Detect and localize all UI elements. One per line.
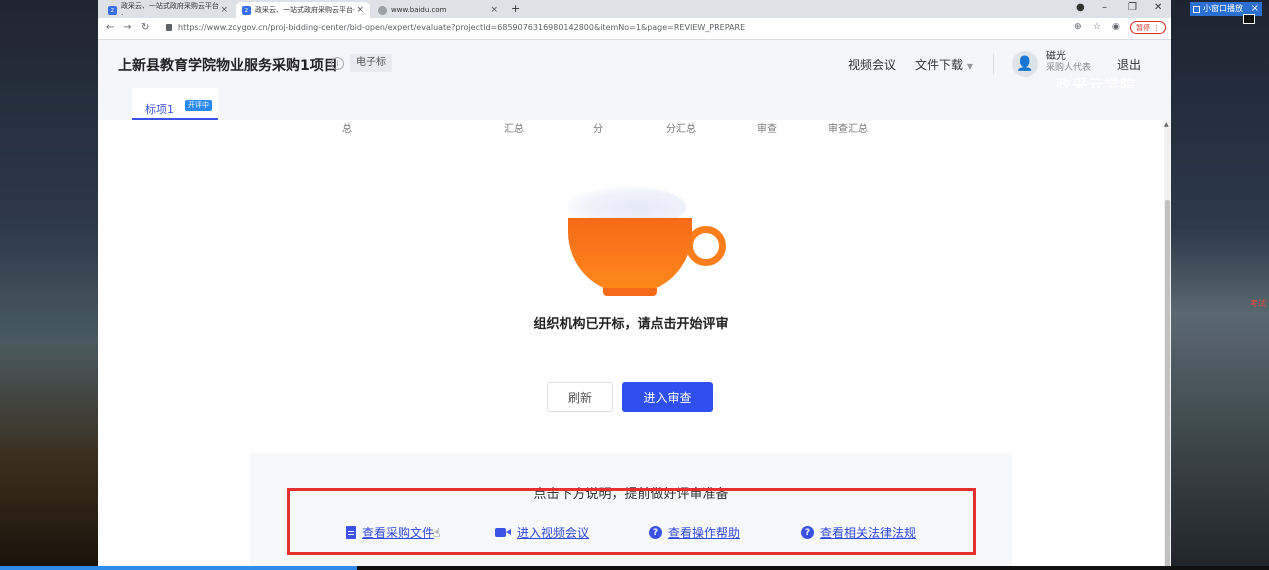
file-download-menu[interactable]: 文件下载 ▼: [915, 56, 973, 73]
view-help-link[interactable]: ? 查看操作帮助: [649, 524, 740, 541]
globe-icon: [378, 5, 387, 15]
new-tab-button[interactable]: +: [511, 2, 520, 15]
desktop-red-text: 考试: [1250, 299, 1266, 308]
video-meeting-link[interactable]: 视频会议: [848, 56, 896, 73]
project-title: 上新县教育学院物业服务采购1项目: [118, 58, 338, 74]
zoom-icon[interactable]: ⊕: [1074, 22, 1082, 32]
video-icon: [495, 527, 511, 538]
mini-window-icon: [1193, 5, 1200, 13]
progress-bar: [0, 566, 357, 570]
link-label: 查看相关法律法规: [820, 526, 917, 540]
pause-button[interactable]: 暂停 ⋮: [1130, 21, 1166, 34]
enter-review-button[interactable]: 进入审查: [622, 382, 713, 412]
highlight-box: [287, 488, 976, 555]
scrollbar-thumb[interactable]: [1165, 200, 1170, 570]
page-header: 上新县教育学院物业服务采购1项目 i 电子标 视频会议 文件下载 ▼ 👤 磁光 …: [98, 40, 1171, 94]
restore-icon[interactable]: ❐: [1128, 2, 1137, 13]
join-video-meeting-link[interactable]: 进入视频会议: [495, 524, 589, 541]
scroll-up-icon[interactable]: ▲: [1164, 121, 1169, 128]
window-close-icon[interactable]: ✕: [1154, 2, 1162, 13]
link-label: 查看采购文件: [362, 526, 435, 540]
url-field[interactable]: https://www.zcygov.cn/proj-bidding-cente…: [178, 23, 745, 32]
tab-title: 政采云、一站式政府采购云平台·: [255, 6, 356, 14]
status-message: 组织机构已开标，请点击开始评审: [533, 317, 729, 332]
close-icon[interactable]: ×: [490, 5, 498, 15]
mouse-cursor-icon: ☝: [433, 526, 441, 540]
view-regulations-link[interactable]: ? 查看相关法律法规: [801, 524, 916, 541]
table-header-cell: 总: [342, 124, 352, 135]
star-icon[interactable]: ☆: [1093, 22, 1101, 32]
cup-base: [603, 288, 657, 296]
tab-title: 政采云、一站式政府采购云平台·: [120, 2, 219, 19]
profile-icon[interactable]: ◉: [1112, 22, 1120, 32]
user-role: 采购人代表: [1046, 63, 1092, 73]
desktop-wallpaper-left: [0, 0, 98, 570]
section-tab-strip: 标项1 开评中: [98, 88, 1171, 120]
file-download-label: 文件下载: [915, 58, 964, 72]
link-label: 进入视频会议: [517, 526, 590, 540]
mini-player-label: 小窗口播放: [1203, 4, 1243, 13]
link-label: 查看操作帮助: [668, 526, 741, 540]
forward-icon[interactable]: →: [123, 22, 131, 33]
table-header-cell: 分: [593, 124, 603, 135]
reload-icon[interactable]: ↻: [141, 22, 149, 33]
document-icon: [346, 526, 356, 539]
browser-tab-2[interactable]: z 政采云、一站式政府采购云平台· ×: [236, 2, 370, 18]
zcy-icon: z: [242, 5, 251, 15]
back-icon[interactable]: ←: [106, 22, 114, 33]
pause-label: 暂停: [1136, 23, 1150, 32]
help-icon: ?: [801, 526, 814, 539]
logout-link[interactable]: 退出: [1117, 56, 1141, 73]
minimize-icon[interactable]: –: [1102, 2, 1107, 13]
avatar[interactable]: 👤: [1012, 51, 1038, 77]
tab-title: www.baidu.com: [391, 6, 447, 14]
tab-bar: z 政采云、一站式政府采购云平台· × z 政采云、一站式政府采购云平台· × …: [98, 0, 1171, 19]
more-icon: ⋮: [1153, 23, 1160, 32]
table-header-cell: 审查: [757, 124, 777, 135]
desktop-wallpaper-right: [1171, 0, 1269, 570]
table-header-cell: 分汇总: [666, 124, 696, 135]
browser-tab-1[interactable]: z 政采云、一站式政府采购云平台· ×: [102, 2, 234, 19]
browser-window: z 政采云、一站式政府采购云平台· × z 政采云、一站式政府采购云平台· × …: [98, 0, 1171, 570]
close-icon[interactable]: ×: [220, 5, 228, 15]
section-tab-label[interactable]: 标项1: [145, 101, 174, 117]
status-badge: 开评中: [185, 100, 212, 111]
help-icon: ?: [649, 526, 662, 539]
view-procurement-docs-link[interactable]: 查看采购文件: [346, 524, 434, 541]
record-icon[interactable]: ●: [1076, 2, 1085, 13]
bid-type-tag: 电子标: [350, 54, 392, 72]
refresh-button[interactable]: 刷新: [547, 382, 613, 412]
info-icon[interactable]: i: [331, 57, 344, 70]
lock-icon: [166, 24, 172, 31]
zcy-icon: z: [108, 5, 117, 15]
address-bar: ← → ↻ https://www.zcygov.cn/proj-bidding…: [98, 18, 1171, 40]
table-header-cell: 审查汇总: [828, 124, 868, 135]
table-header-cell: 汇总: [504, 124, 524, 135]
close-icon[interactable]: ×: [356, 5, 364, 15]
caret-down-icon: ▼: [966, 62, 973, 71]
screen-icon[interactable]: [1243, 14, 1255, 24]
header-divider: [993, 54, 994, 74]
cup-handle: [686, 226, 726, 266]
browser-tab-3[interactable]: www.baidu.com ×: [372, 2, 504, 18]
